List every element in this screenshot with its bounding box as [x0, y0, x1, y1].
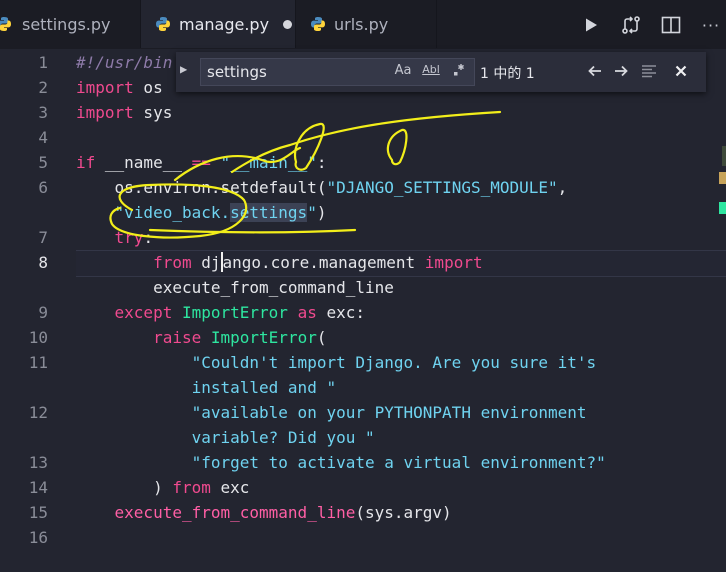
code-line: os.environ.setdefault("DJANGO_SETTINGS_M… — [76, 178, 568, 197]
line-number: 12 — [28, 403, 48, 422]
code-line: raise ImportError( — [153, 328, 327, 347]
compare-changes-button[interactable] — [620, 14, 642, 36]
python-file-icon — [0, 17, 11, 31]
code-line: execute_from_command_line — [76, 278, 394, 297]
match-whole-word-button[interactable]: Abl — [420, 63, 442, 81]
git-compare-icon — [622, 16, 640, 34]
code-line: ) from exc — [76, 478, 250, 497]
code-line: "Couldn't import Django. Are you sure it… — [191, 353, 597, 372]
code-line: installed and " — [76, 378, 337, 397]
tab-manage-py[interactable]: manage.py — [141, 0, 295, 48]
line-number: 13 — [28, 453, 48, 472]
regex-icon — [454, 64, 464, 76]
line-number: 2 — [38, 78, 48, 97]
line-number: 5 — [38, 153, 48, 172]
tab-bar: settings.py manage.py urls.py ··· — [0, 0, 726, 49]
run-button[interactable] — [580, 14, 602, 36]
more-actions-button[interactable]: ··· — [700, 14, 722, 36]
line-number: 7 — [38, 228, 48, 247]
line-number: 8 — [38, 253, 48, 272]
find-widget: ▶ Aa Abl 1 中的 1 — [176, 52, 706, 92]
search-match-highlight: settings — [230, 203, 308, 222]
previous-match-button[interactable] — [584, 60, 606, 82]
match-case-button[interactable]: Aa — [392, 63, 414, 81]
line-number: 4 — [38, 128, 48, 147]
overview-ruler-mark — [719, 172, 726, 184]
match-count: 1 中的 1 — [480, 66, 535, 82]
play-icon — [586, 18, 597, 32]
tab-label: urls.py — [334, 14, 389, 34]
next-match-button[interactable] — [610, 60, 632, 82]
code-line: execute_from_command_line(sys.argv) — [114, 503, 452, 522]
arrow-left-icon — [588, 65, 601, 77]
python-file-icon — [156, 17, 170, 31]
code-line: from dj ango.core.management import — [153, 252, 483, 272]
find-in-selection-icon — [642, 65, 656, 78]
arrow-right-icon — [615, 65, 628, 77]
code-line: #!/usr/bin — [76, 53, 173, 72]
line-number: 14 — [28, 478, 48, 497]
find-in-selection-button[interactable] — [638, 60, 660, 82]
code-line: import os — [76, 78, 163, 97]
split-editor-button[interactable] — [660, 14, 682, 36]
line-number: 10 — [28, 328, 48, 347]
code-line: "video_back.settings") — [114, 203, 327, 222]
tab-label: settings.py — [22, 14, 111, 34]
overview-ruler-mark — [719, 202, 726, 214]
code-line: try: — [114, 228, 154, 247]
line-number: 6 — [38, 178, 48, 197]
tab-separator — [436, 0, 437, 48]
code-line: variable? Did you " — [76, 428, 375, 447]
code-line: except ImportError as exc: — [114, 303, 366, 322]
split-editor-icon — [661, 16, 681, 34]
overview-ruler-mark — [722, 146, 726, 166]
tab-label: manage.py — [179, 14, 270, 34]
line-number: 9 — [38, 303, 48, 322]
use-regex-button[interactable] — [448, 63, 470, 81]
line-number: 11 — [28, 353, 48, 372]
code-line: if __name__ == "__main__": — [76, 153, 327, 172]
tab-urls-py[interactable]: urls.py — [296, 0, 436, 48]
line-number: 3 — [38, 103, 48, 122]
close-icon — [675, 65, 687, 77]
toggle-replace-chevron-icon[interactable]: ▶ — [180, 62, 187, 76]
line-number: 15 — [28, 503, 48, 522]
tab-settings-py[interactable]: settings.py — [0, 0, 140, 48]
code-line: import sys — [76, 103, 173, 122]
code-line: "available on your PYTHONPATH environmen… — [191, 403, 587, 422]
line-number: 16 — [28, 528, 48, 547]
close-find-button[interactable] — [670, 60, 692, 82]
python-file-icon — [311, 17, 325, 31]
unsaved-dot-icon[interactable] — [283, 19, 293, 29]
line-number: 1 — [38, 53, 48, 72]
code-line: "forget to activate a virtual environmen… — [191, 453, 606, 472]
more-icon: ··· — [701, 15, 721, 35]
